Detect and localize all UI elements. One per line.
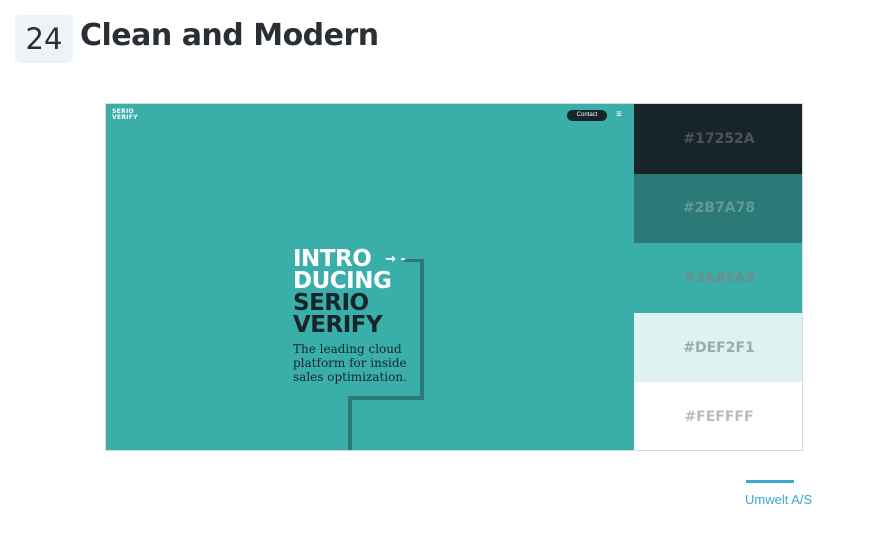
color-swatch: #FEFFFF (634, 382, 802, 450)
color-swatch: #2B7A78 (634, 173, 802, 244)
credit-link[interactable]: Umwelt A/S (745, 492, 812, 507)
hamburger-icon[interactable]: ≡ (616, 110, 626, 120)
design-preview: SERIO VERIFY Contact ≡ → - INTRO DUCING … (105, 103, 803, 451)
contact-button[interactable]: Contact (567, 110, 607, 121)
hero-headline: INTRO DUCING SERIO VERIFY (293, 246, 392, 338)
hero-line-3: SERIO (293, 290, 369, 316)
color-swatch: #DEF2F1 (634, 312, 802, 383)
hero-line-1: INTRO (293, 246, 372, 272)
decor-line-horizontal (348, 396, 424, 400)
hero-subtitle: The leading cloud platform for inside sa… (293, 342, 407, 384)
color-swatch: #17252A (634, 104, 802, 174)
decor-line-left (348, 396, 352, 450)
section-title: Clean and Modern (80, 18, 379, 53)
decor-line-top (404, 259, 424, 262)
hero-line-4: VERIFY (293, 312, 383, 338)
logo-line-2: VERIFY (112, 114, 138, 121)
color-swatch: #3AAFA9 (634, 243, 802, 313)
mockup-logo: SERIO VERIFY (112, 109, 138, 121)
website-mockup: SERIO VERIFY Contact ≡ → - INTRO DUCING … (106, 104, 634, 450)
hero-line-2: DUCING (293, 268, 392, 294)
item-number-badge: 24 (15, 15, 73, 63)
color-palette: #17252A #2B7A78 #3AAFA9 #DEF2F1 #FEFFFF (634, 104, 802, 450)
credit-underline (746, 480, 794, 483)
